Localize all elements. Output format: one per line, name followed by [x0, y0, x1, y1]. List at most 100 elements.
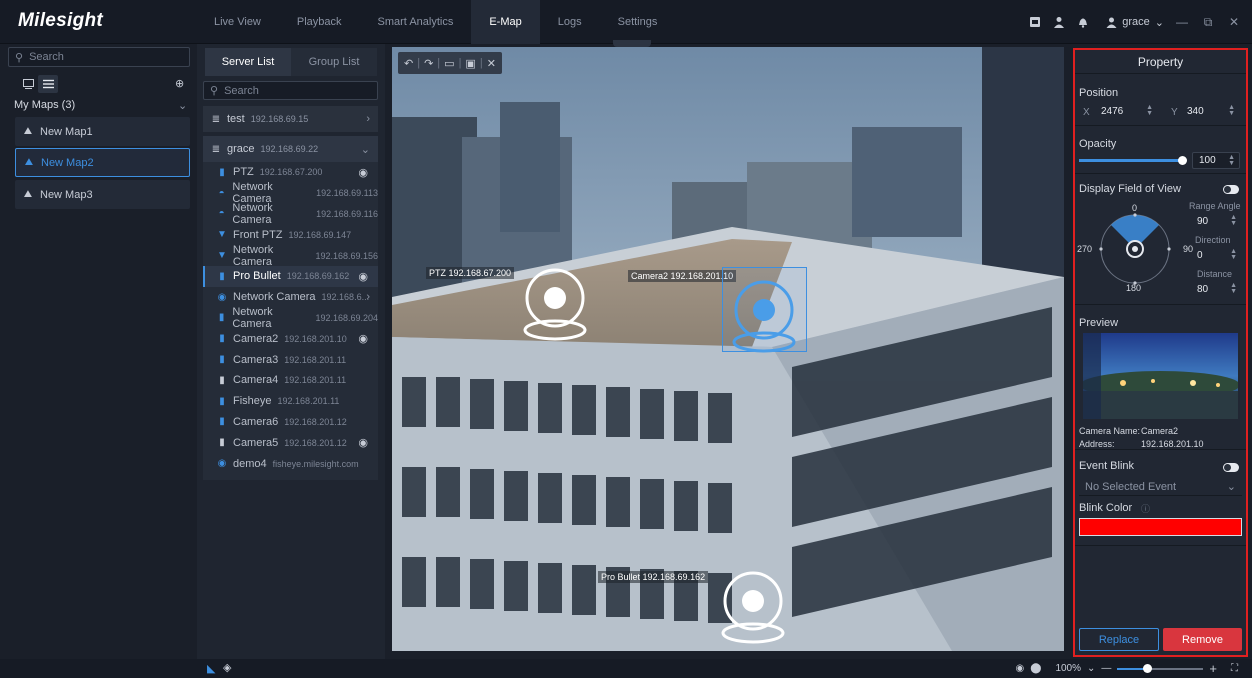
- opacity-slider-knob[interactable]: [1178, 156, 1187, 165]
- device-item[interactable]: ◓ Network Camera 192.168.69.116: [203, 202, 378, 226]
- map-item-new-map2[interactable]: ⛰ New Map2: [15, 148, 190, 177]
- device-search-input[interactable]: [224, 84, 377, 97]
- device-name: Network Camera: [232, 202, 273, 226]
- alarm-bell-icon[interactable]: [1076, 15, 1090, 29]
- map-camera-pro-bullet-icon[interactable]: [720, 570, 786, 646]
- replace-button[interactable]: Replace: [1079, 628, 1159, 651]
- map-camera-ptz-icon[interactable]: [522, 267, 588, 343]
- user-manage-icon[interactable]: [1052, 15, 1066, 29]
- server-name: grace: [227, 143, 255, 155]
- collapse-maps-icon[interactable]: ⌄: [178, 99, 187, 112]
- server-tabs: Server List Group List: [205, 48, 377, 76]
- device-item[interactable]: ▮ Fisheye 192.168.201.11: [203, 391, 378, 412]
- fov-direction-dial[interactable]: [1095, 209, 1175, 289]
- device-item[interactable]: ▮ Camera6 192.168.201.12: [203, 412, 378, 433]
- remove-button[interactable]: Remove: [1163, 628, 1242, 651]
- device-name: Network Camera: [232, 243, 274, 268]
- undo-icon[interactable]: ↶: [404, 57, 413, 70]
- device-item[interactable]: ▼ Network Camera 192.168.69.156: [203, 243, 378, 268]
- close-icon[interactable]: ✕: [1226, 15, 1242, 29]
- stepper-icon[interactable]: ▲ ▼: [1146, 104, 1153, 117]
- map-item-new-map1[interactable]: ⛰ New Map1: [15, 117, 190, 146]
- fov-label: Display Field of View: [1079, 183, 1181, 195]
- collapse-toolbar-handle[interactable]: [613, 40, 651, 47]
- map-canvas[interactable]: ↶ | ↷ | ▭ | ▣ | ✕ PTZ 192.168.67.200 Camera2…: [392, 47, 1064, 651]
- device-item[interactable]: ◓ Network Camera 192.168.69.113: [203, 181, 378, 205]
- device-ip: 192.168.201.11: [277, 396, 340, 407]
- add-map-icon[interactable]: ⊕: [175, 77, 184, 90]
- map-camera-camera2-icon[interactable]: [731, 279, 797, 355]
- chevron-down-icon[interactable]: ⌄: [1087, 663, 1095, 674]
- zoom-slider[interactable]: [1117, 663, 1204, 673]
- device-item-selected[interactable]: ▮ Pro Bullet 192.168.69.162 ◉: [203, 265, 378, 287]
- nav-e-map[interactable]: E-Map: [471, 0, 540, 44]
- chevron-right-icon[interactable]: ›: [366, 291, 370, 303]
- event-select[interactable]: No Selected Event ⌄: [1079, 478, 1242, 496]
- save-icon[interactable]: ▭: [444, 57, 454, 70]
- device-item[interactable]: ◉ demo4 fisheye.milesight.com: [203, 453, 378, 474]
- stepper-icon[interactable]: ▲ ▼: [1228, 104, 1235, 117]
- nav-playback[interactable]: Playback: [279, 0, 360, 44]
- device-search-box[interactable]: ⚲: [203, 81, 378, 100]
- opacity-input[interactable]: 100 ▲ ▼: [1192, 152, 1240, 169]
- save-as-icon[interactable]: ▣: [465, 57, 475, 70]
- dial-270-label: 270: [1077, 244, 1093, 254]
- nav-settings[interactable]: Settings: [600, 0, 676, 44]
- layers-icon[interactable]: ◈: [223, 661, 231, 674]
- device-item[interactable]: ▮ Camera5 192.168.201.12 ◉: [203, 432, 378, 453]
- direction-input[interactable]: 0 ▲ ▼: [1191, 247, 1241, 264]
- stepper-icon[interactable]: ▲ ▼: [1228, 154, 1235, 167]
- map-item-new-map3[interactable]: ⛰ New Map3: [15, 180, 190, 209]
- x-input[interactable]: 2476 ▲ ▼: [1095, 103, 1157, 120]
- maps-search-input[interactable]: [29, 51, 189, 63]
- y-input[interactable]: 340 ▲ ▼: [1181, 103, 1239, 120]
- map-icon: ⛰: [24, 157, 34, 168]
- stepper-icon[interactable]: ▲ ▼: [1230, 248, 1237, 261]
- stepper-icon[interactable]: ▲ ▼: [1230, 282, 1237, 295]
- location-pin-icon[interactable]: ⬤: [1030, 663, 1041, 674]
- nav-smart-analytics[interactable]: Smart Analytics: [360, 0, 472, 44]
- thumbnail-view-button[interactable]: [18, 75, 38, 93]
- chevron-down-icon: ⌄: [1226, 481, 1236, 493]
- server-item-test[interactable]: ≣ test 192.168.69.15 ›: [203, 106, 378, 132]
- device-item[interactable]: ▮ PTZ 192.168.67.200 ◉: [203, 162, 378, 183]
- redo-icon[interactable]: ↷: [424, 57, 433, 70]
- fov-toggle[interactable]: [1223, 185, 1239, 194]
- tab-group-list[interactable]: Group List: [291, 48, 377, 76]
- stepper-icon[interactable]: ▲ ▼: [1230, 214, 1237, 227]
- nav-live-view[interactable]: Live View: [196, 0, 279, 44]
- user-menu[interactable]: grace ⌄: [1106, 16, 1164, 29]
- device-item[interactable]: ▮ Network Camera 192.168.69.204: [203, 306, 378, 330]
- event-blink-toggle[interactable]: [1223, 463, 1239, 472]
- device-item[interactable]: ▮ Camera2 192.168.201.10 ◉: [203, 328, 378, 349]
- maps-search-box[interactable]: ⚲: [8, 47, 190, 67]
- restore-icon[interactable]: ⧉: [1200, 15, 1216, 30]
- device-item[interactable]: ▼ Front PTZ 192.168.69.147: [203, 224, 378, 245]
- fullscreen-icon[interactable]: ⛶: [1231, 663, 1238, 674]
- opacity-slider-track[interactable]: [1079, 156, 1187, 165]
- camera-fov-toggle-icon[interactable]: ◣: [207, 662, 215, 675]
- close-edit-icon[interactable]: ✕: [487, 57, 496, 70]
- bullet-camera-icon: ▮: [219, 270, 225, 282]
- range-angle-input[interactable]: 90 ▲ ▼: [1191, 213, 1241, 230]
- eye-icon[interactable]: ◉: [1016, 663, 1025, 674]
- nav-logs[interactable]: Logs: [540, 0, 600, 44]
- device-item[interactable]: ◉ Network Camera 192.168.6... ›: [203, 287, 378, 308]
- x-label: X: [1083, 107, 1090, 118]
- device-item[interactable]: ▮ Camera3 192.168.201.11: [203, 349, 378, 370]
- device-item[interactable]: ▮ Camera4 192.168.201.11: [203, 370, 378, 391]
- zoom-out-button[interactable]: —: [1101, 663, 1111, 674]
- zoom-in-button[interactable]: +: [1209, 661, 1217, 676]
- zoom-slider-knob[interactable]: [1142, 663, 1152, 673]
- blink-color-swatch[interactable]: [1079, 518, 1242, 536]
- minimize-icon[interactable]: —: [1174, 15, 1190, 29]
- device-name: demo4: [233, 457, 267, 470]
- list-view-button[interactable]: [38, 75, 58, 93]
- screenshot-icon[interactable]: [1028, 15, 1042, 29]
- distance-input[interactable]: 80 ▲ ▼: [1191, 281, 1241, 298]
- tab-server-list[interactable]: Server List: [205, 48, 291, 76]
- placed-on-map-icon: ◉: [358, 437, 368, 450]
- info-icon[interactable]: ⓘ: [1141, 502, 1150, 515]
- distance-value: 80: [1197, 284, 1209, 295]
- server-item-grace[interactable]: ≣ grace 192.168.69.22 ⌄: [203, 136, 378, 162]
